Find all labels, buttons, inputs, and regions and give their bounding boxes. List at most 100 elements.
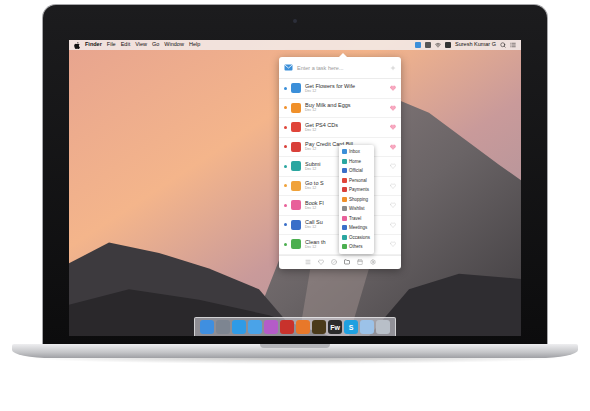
dock: FwS bbox=[69, 317, 521, 336]
heart-icon[interactable] bbox=[318, 259, 324, 265]
menu-item[interactable]: View bbox=[135, 42, 147, 48]
heart-icon[interactable] bbox=[390, 222, 396, 228]
dock-app-icon[interactable] bbox=[360, 320, 374, 334]
menu-item[interactable]: Go bbox=[152, 42, 159, 48]
dock-app-icon[interactable] bbox=[376, 320, 390, 334]
category-icon bbox=[291, 220, 301, 230]
task-text: Buy Milk and EggsDec 12 bbox=[305, 102, 386, 113]
task-row[interactable]: Get PS4 CDsDec 12 bbox=[279, 118, 401, 138]
lid-notch bbox=[260, 344, 330, 348]
dock-app-icon[interactable] bbox=[216, 320, 230, 334]
category-icon bbox=[342, 178, 347, 183]
priority-dot bbox=[284, 126, 287, 129]
category-menu-item[interactable]: Others bbox=[339, 242, 374, 252]
category-icon bbox=[342, 235, 347, 240]
heart-icon[interactable] bbox=[390, 241, 396, 247]
category-icon bbox=[342, 149, 347, 154]
dock-app-icon[interactable]: Fw bbox=[328, 320, 342, 334]
apple-logo-icon[interactable] bbox=[74, 42, 80, 49]
desktop: Enter a task here... Get Flowers for Wife… bbox=[69, 50, 521, 317]
dock-app-icon[interactable] bbox=[232, 320, 246, 334]
task-app-status-icon[interactable] bbox=[415, 42, 421, 48]
category-menu-item[interactable]: Home bbox=[339, 157, 374, 167]
category-menu-item[interactable]: Travel bbox=[339, 214, 374, 224]
screen: Finder File Edit View Go Window Help Suresh Kum… bbox=[69, 40, 521, 336]
category-icon bbox=[291, 239, 301, 249]
notification-center-icon[interactable] bbox=[510, 42, 516, 48]
category-icon bbox=[291, 161, 301, 171]
category-icon bbox=[291, 122, 301, 132]
task-title: Get Flowers for Wife bbox=[305, 83, 386, 89]
task-text: Get PS4 CDsDec 12 bbox=[305, 122, 386, 133]
priority-dot bbox=[284, 204, 287, 207]
calendar-icon[interactable] bbox=[357, 259, 363, 265]
dock-app-icon[interactable] bbox=[264, 320, 278, 334]
category-menu: InboxHomeOfficialPersonalPaymentsShoppin… bbox=[339, 145, 374, 254]
category-menu-item[interactable]: Inbox bbox=[339, 147, 374, 157]
task-date: Dec 12 bbox=[305, 109, 386, 113]
spotlight-search-icon[interactable] bbox=[500, 42, 506, 48]
check-icon[interactable] bbox=[331, 259, 337, 265]
gear-icon[interactable] bbox=[370, 259, 376, 265]
heart-icon[interactable] bbox=[390, 144, 396, 150]
category-icon bbox=[342, 197, 347, 202]
category-icon bbox=[342, 168, 347, 173]
menu-item[interactable]: File bbox=[107, 42, 116, 48]
menu-item[interactable]: Edit bbox=[121, 42, 130, 48]
task-input-placeholder[interactable]: Enter a task here... bbox=[297, 65, 386, 71]
dock-app-icon[interactable] bbox=[296, 320, 310, 334]
priority-dot bbox=[284, 145, 287, 148]
dock-app-icon[interactable]: S bbox=[344, 320, 358, 334]
heart-icon[interactable] bbox=[390, 124, 396, 130]
category-menu-item[interactable]: Wishlist bbox=[339, 204, 374, 214]
task-row[interactable]: Buy Milk and EggsDec 12 bbox=[279, 99, 401, 119]
popover-caret bbox=[339, 53, 347, 57]
category-icon bbox=[291, 200, 301, 210]
task-text: Get Flowers for WifeDec 12 bbox=[305, 83, 386, 94]
priority-dot bbox=[284, 165, 287, 168]
laptop-shadow bbox=[25, 358, 565, 364]
add-icon[interactable] bbox=[390, 65, 396, 71]
user-name[interactable]: Suresh Kumar G bbox=[455, 42, 496, 48]
category-icon bbox=[291, 103, 301, 113]
category-icon bbox=[342, 244, 347, 249]
category-menu-item[interactable]: Occasions bbox=[339, 233, 374, 243]
menu-extras: Suresh Kumar G bbox=[415, 42, 516, 48]
menu-item[interactable]: Window bbox=[164, 42, 184, 48]
category-icon bbox=[291, 142, 301, 152]
camera-dot bbox=[293, 19, 297, 23]
dock-shelf: FwS bbox=[194, 317, 396, 336]
heart-icon[interactable] bbox=[390, 105, 396, 111]
category-menu-item[interactable]: Official bbox=[339, 166, 374, 176]
category-menu-item[interactable]: Shopping bbox=[339, 195, 374, 205]
status-item-icon[interactable] bbox=[425, 42, 431, 48]
folder-icon[interactable] bbox=[344, 259, 350, 265]
dock-app-icon[interactable] bbox=[312, 320, 326, 334]
wifi-icon[interactable] bbox=[435, 42, 441, 48]
battery-icon[interactable] bbox=[445, 42, 451, 48]
category-menu-item[interactable]: Personal bbox=[339, 176, 374, 186]
category-menu-item[interactable]: Payments bbox=[339, 185, 374, 195]
list-icon[interactable] bbox=[305, 259, 311, 265]
dock-app-icon[interactable] bbox=[248, 320, 262, 334]
task-title: Get PS4 CDs bbox=[305, 122, 386, 128]
category-icon bbox=[291, 83, 301, 93]
category-icon bbox=[342, 216, 347, 221]
heart-icon[interactable] bbox=[390, 85, 396, 91]
task-input[interactable]: Enter a task here... bbox=[279, 57, 401, 79]
task-date: Dec 12 bbox=[305, 90, 386, 94]
task-popover: Enter a task here... Get Flowers for Wife… bbox=[279, 57, 401, 269]
dock-app-icon[interactable] bbox=[200, 320, 214, 334]
heart-icon[interactable] bbox=[390, 183, 396, 189]
priority-dot bbox=[284, 87, 287, 90]
menu-app-name[interactable]: Finder bbox=[85, 42, 102, 48]
category-menu-item[interactable]: Meetings bbox=[339, 223, 374, 233]
priority-dot bbox=[284, 106, 287, 109]
popover-toolbar bbox=[279, 255, 401, 269]
menu-item[interactable]: Help bbox=[189, 42, 200, 48]
task-row[interactable]: Get Flowers for WifeDec 12 bbox=[279, 79, 401, 99]
dock-app-icon[interactable] bbox=[280, 320, 294, 334]
heart-icon[interactable] bbox=[390, 163, 396, 169]
inbox-envelope-icon bbox=[284, 64, 293, 71]
heart-icon[interactable] bbox=[390, 202, 396, 208]
